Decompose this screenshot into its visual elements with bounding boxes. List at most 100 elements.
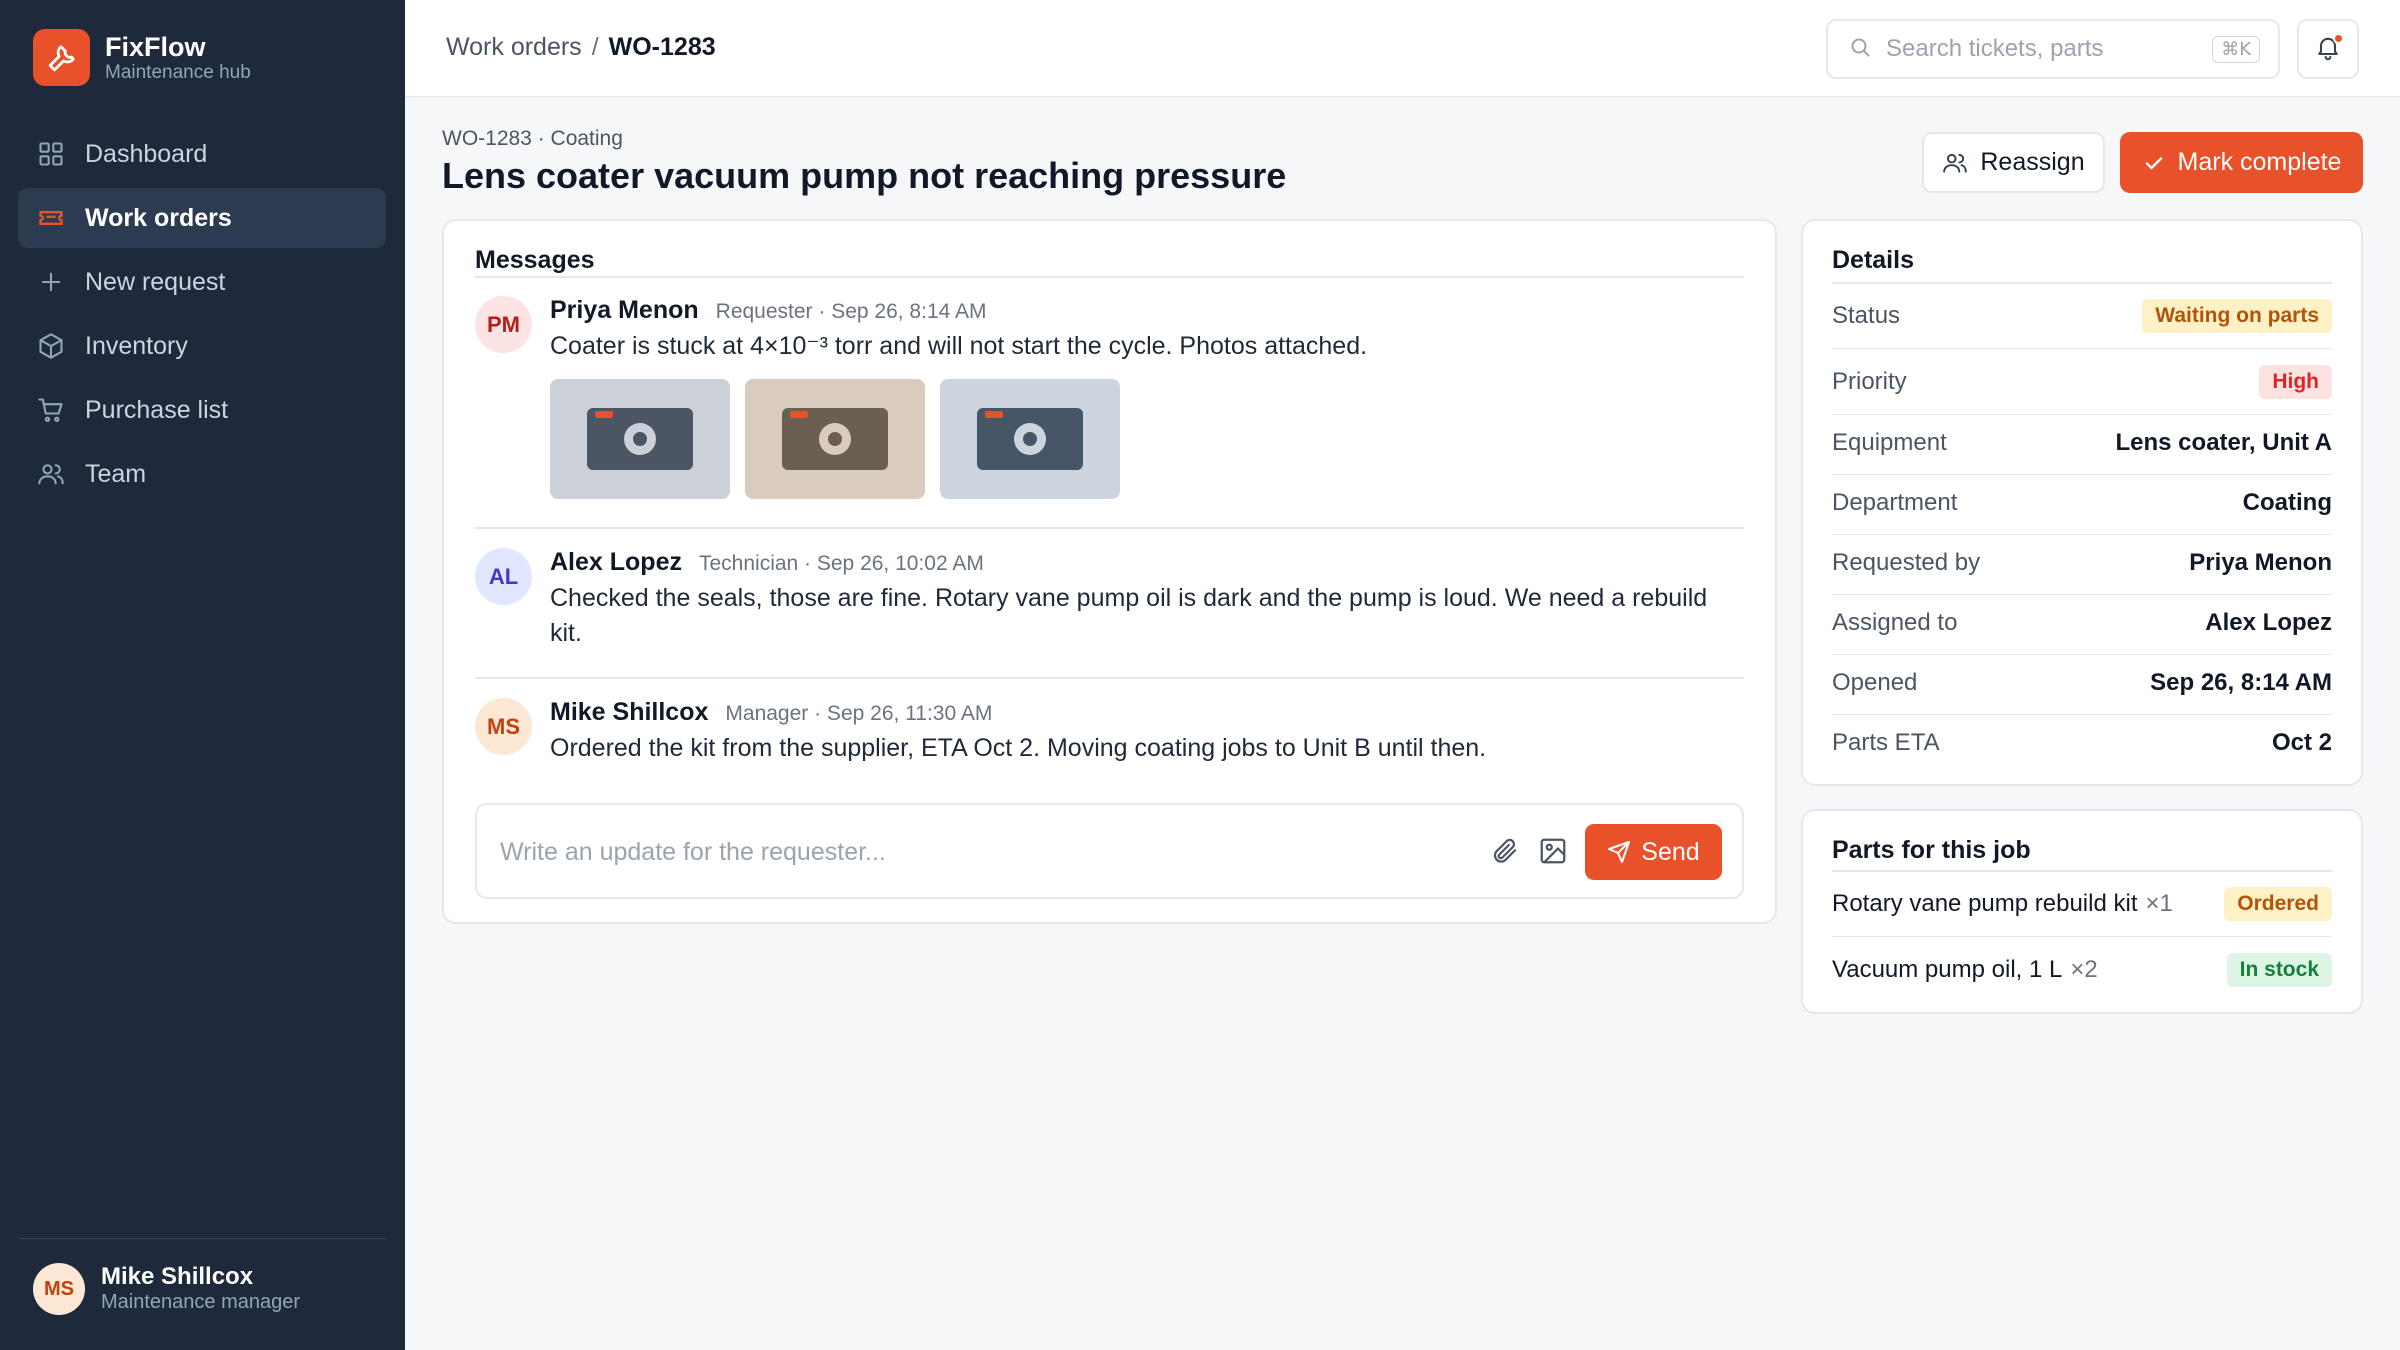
mark-complete-label: Mark complete [2177, 148, 2342, 176]
search-icon [1848, 35, 1872, 64]
breadcrumb-parent[interactable]: Work orders [446, 33, 582, 62]
divider [1832, 348, 2332, 349]
photo-attachment[interactable] [940, 379, 1120, 499]
messages-title: Messages [475, 246, 595, 274]
reassign-button[interactable]: Reassign [1922, 132, 2105, 193]
message-text: Checked the seals, those are fine. Rotar… [550, 584, 1708, 647]
search-placeholder: Search tickets, parts [1886, 35, 2104, 62]
divider [475, 677, 1744, 679]
message-composer[interactable]: Write an update for the requester... Sen… [475, 803, 1744, 899]
attachments [550, 379, 1744, 499]
avatar: MS [475, 698, 532, 755]
detail-row: Opened Sep 26, 8:14 AM [1832, 669, 2332, 697]
current-user[interactable]: MS Mike Shillcox Maintenance manager [18, 1238, 386, 1315]
sidebar-item-dashboard[interactable]: Dashboard [18, 124, 386, 184]
message-meta: Requester · Sep 26, 8:14 AM [715, 300, 987, 323]
detail-label: Department [1832, 489, 1958, 516]
sidebar-item-team[interactable]: Team [18, 444, 386, 504]
send-label: Send [1641, 837, 1700, 866]
avatar: AL [475, 548, 532, 605]
notification-dot [2333, 33, 2344, 44]
composer-input[interactable]: Write an update for the requester... [500, 838, 886, 867]
sidebar-item-inventory[interactable]: Inventory [18, 316, 386, 376]
detail-value: Alex Lopez [2205, 609, 2332, 636]
photo-attachment[interactable] [745, 379, 925, 499]
message-meta: Technician · Sep 26, 10:02 AM [698, 552, 984, 575]
divider [475, 276, 1744, 278]
detail-label: Equipment [1832, 429, 1947, 456]
camera-icon [587, 408, 693, 470]
part-item[interactable]: Rotary vane pump rebuild kit ×1 Ordered [1832, 887, 2332, 921]
brand-name: FixFlow [105, 31, 206, 62]
notifications-button[interactable] [2297, 19, 2359, 79]
mark-complete-button[interactable]: Mark complete [2120, 132, 2363, 193]
camera-icon [977, 408, 1083, 470]
grid-icon [37, 140, 65, 168]
part-item[interactable]: Vacuum pump oil, 1 L ×2 In stock [1832, 953, 2332, 987]
message-author: Alex Lopez [550, 548, 682, 576]
sidebar-item-purchase-list[interactable]: Purchase list [18, 380, 386, 440]
sidebar-item-work-orders[interactable]: Work orders [18, 188, 386, 248]
details-panel: Details Status Waiting on parts Priority… [1801, 219, 2363, 786]
message-author: Priya Menon [550, 296, 699, 324]
details-title: Details [1832, 246, 1914, 274]
send-icon [1608, 841, 1631, 863]
user-name: Mike Shillcox [101, 1263, 254, 1290]
detail-status: Status Waiting on parts [1832, 299, 2332, 333]
message-text: Ordered the kit from the supplier, ETA O… [550, 734, 1487, 762]
message-text: Coater is stuck at 4×10⁻³ torr and will … [550, 332, 1368, 360]
divider [475, 527, 1744, 529]
part-quantity: ×1 [2145, 890, 2173, 917]
avatar: PM [475, 296, 532, 353]
detail-value: Coating [2242, 489, 2332, 516]
detail-value: Oct 2 [2271, 729, 2332, 756]
part-status-badge: Ordered [2224, 887, 2332, 921]
part-name: Vacuum pump oil, 1 L [1832, 956, 2063, 983]
detail-value: Priya Menon [2189, 549, 2332, 576]
ticket-icon [37, 204, 65, 232]
detail-row: Department Coating [1832, 489, 2332, 517]
sidebar-item-label: Work orders [85, 203, 232, 232]
sidebar-item-new-request[interactable]: New request [18, 252, 386, 312]
avatar: MS [33, 1263, 85, 1315]
wrench-icon [33, 29, 90, 86]
detail-value: Sep 26, 8:14 AM [2150, 669, 2332, 696]
part-status-badge: In stock [2226, 953, 2332, 987]
users-icon [1943, 153, 1968, 173]
box-icon [37, 332, 65, 360]
divider [1832, 870, 2332, 872]
parts-title: Parts for this job [1832, 836, 2031, 864]
detail-label: Requested by [1832, 549, 1981, 576]
status-badge: Waiting on parts [2142, 299, 2332, 333]
users-icon [37, 460, 65, 488]
sidebar-nav: Dashboard Work orders New request Invent… [18, 124, 386, 508]
reassign-label: Reassign [1980, 148, 2085, 176]
search-input[interactable]: Search tickets, parts ⌘K [1826, 19, 2280, 79]
divider [1832, 414, 2332, 415]
breadcrumb-current: WO-1283 [608, 33, 716, 61]
detail-row: Assigned to Alex Lopez [1832, 609, 2332, 637]
detail-value: Lens coater, Unit A [2115, 429, 2333, 456]
cart-icon [37, 396, 65, 424]
divider [1832, 936, 2332, 937]
sidebar-item-label: Team [85, 459, 147, 488]
detail-row: Equipment Lens coater, Unit A [1832, 429, 2332, 457]
sidebar-item-label: New request [85, 267, 226, 296]
image-icon[interactable] [1538, 836, 1568, 871]
send-button[interactable]: Send [1585, 824, 1722, 880]
detail-label: Assigned to [1832, 609, 1958, 636]
photo-attachment[interactable] [550, 379, 730, 499]
topbar: Work orders / WO-1283 Search tickets, pa… [405, 0, 2400, 97]
parts-panel: Parts for this job Rotary vane pump rebu… [1801, 809, 2363, 1014]
check-icon [2145, 156, 2162, 169]
brand[interactable]: FixFlow Maintenance hub [33, 29, 251, 86]
divider [1832, 654, 2332, 655]
divider [1832, 594, 2332, 595]
sidebar: FixFlow Maintenance hub Dashboard Work o… [0, 0, 405, 1350]
sidebar-item-label: Dashboard [85, 139, 208, 168]
search-shortcut: ⌘K [2212, 35, 2260, 63]
paperclip-icon[interactable] [1490, 836, 1520, 871]
divider [1832, 534, 2332, 535]
divider [1832, 474, 2332, 475]
work-order-meta: WO-1283 · Coating [442, 127, 623, 150]
